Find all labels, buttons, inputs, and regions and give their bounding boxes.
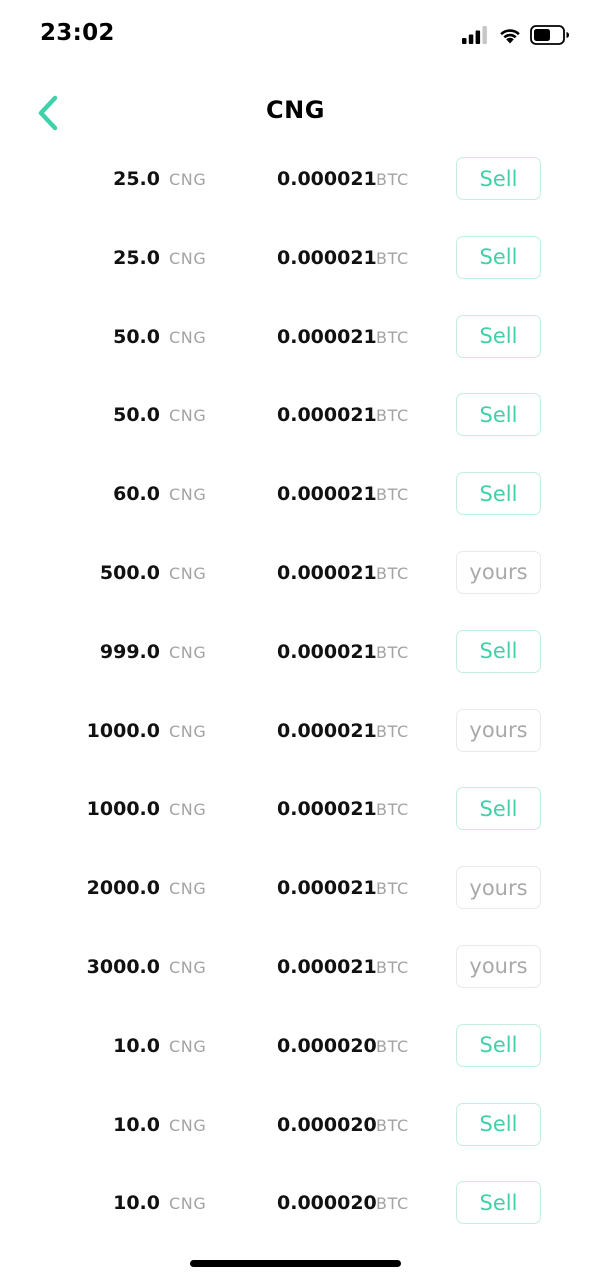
amount-unit: CNG xyxy=(169,800,207,820)
price-unit: BTC xyxy=(376,327,409,347)
price-unit: BTC xyxy=(376,721,409,741)
price-unit: BTC xyxy=(376,957,409,977)
nav-bar: CNG xyxy=(0,85,591,139)
order-price: 0.000021 xyxy=(277,561,377,584)
price-unit: BTC xyxy=(376,485,409,505)
yours-button: yours xyxy=(456,708,541,752)
order-row: 2000.0 CNG 0.000021 BTC yours xyxy=(0,849,591,928)
order-row: 1000.0 CNG 0.000021 BTC yours xyxy=(0,692,591,771)
order-amount: 25.0 xyxy=(113,246,160,269)
order-price: 0.000021 xyxy=(277,168,377,190)
order-amount: 50.0 xyxy=(113,404,160,427)
amount-unit: CNG xyxy=(169,879,207,899)
sell-button[interactable]: Sell xyxy=(456,1023,541,1067)
order-price: 0.000020 xyxy=(277,1113,377,1136)
order-row: 10.0 CNG 0.000020 BTC Sell xyxy=(0,1086,591,1165)
price-unit: BTC xyxy=(376,170,409,189)
order-row: 50.0 CNG 0.000021 BTC Sell xyxy=(0,298,591,377)
cellular-signal-icon xyxy=(462,26,487,44)
order-price: 0.000021 xyxy=(277,483,377,506)
sell-button[interactable]: Sell xyxy=(456,235,541,279)
price-unit: BTC xyxy=(376,879,409,899)
order-price: 0.000021 xyxy=(277,404,377,427)
order-price: 0.000021 xyxy=(277,325,377,348)
order-amount: 999.0 xyxy=(99,640,160,663)
order-row: 60.0 CNG 0.000021 BTC Sell xyxy=(0,455,591,534)
order-amount: 10.0 xyxy=(113,1192,160,1215)
amount-unit: CNG xyxy=(169,957,207,977)
order-row: 1000.0 CNG 0.000021 BTC Sell xyxy=(0,770,591,849)
order-price: 0.000021 xyxy=(277,246,377,269)
amount-unit: CNG xyxy=(169,406,207,426)
amount-unit: CNG xyxy=(169,1115,207,1135)
price-unit: BTC xyxy=(376,800,409,820)
price-unit: BTC xyxy=(376,248,409,268)
amount-unit: CNG xyxy=(169,485,207,505)
order-price: 0.000021 xyxy=(277,640,377,663)
amount-unit: CNG xyxy=(169,721,207,741)
amount-unit: CNG xyxy=(169,1194,207,1214)
order-row: 3000.0 CNG 0.000021 BTC yours xyxy=(0,928,591,1007)
order-amount: 60.0 xyxy=(113,483,160,506)
order-amount: 25.0 xyxy=(113,168,160,190)
order-price: 0.000020 xyxy=(277,1192,377,1215)
order-price: 0.000021 xyxy=(277,798,377,821)
order-row: 500.0 CNG 0.000021 BTC yours xyxy=(0,534,591,613)
order-amount: 1000.0 xyxy=(86,719,160,742)
order-amount: 3000.0 xyxy=(86,955,160,978)
price-unit: BTC xyxy=(376,642,409,662)
home-indicator[interactable] xyxy=(190,1260,401,1267)
order-amount: 500.0 xyxy=(99,561,160,584)
sell-button[interactable]: Sell xyxy=(456,629,541,673)
amount-unit: CNG xyxy=(169,248,207,268)
order-amount: 10.0 xyxy=(113,1113,160,1136)
amount-unit: CNG xyxy=(169,170,207,189)
order-price: 0.000021 xyxy=(277,877,377,900)
yours-button: yours xyxy=(456,944,541,988)
order-price: 0.000021 xyxy=(277,719,377,742)
wifi-icon xyxy=(500,29,520,44)
order-row: 25.0 CNG 0.000021 BTC Sell xyxy=(0,140,591,219)
price-unit: BTC xyxy=(376,1194,409,1214)
battery-icon xyxy=(530,25,569,45)
order-row: 50.0 CNG 0.000021 BTC Sell xyxy=(0,376,591,455)
amount-unit: CNG xyxy=(169,1036,207,1056)
sell-button[interactable]: Sell xyxy=(456,314,541,358)
order-row: 10.0 CNG 0.000020 BTC Sell xyxy=(0,1007,591,1086)
price-unit: BTC xyxy=(376,563,409,583)
order-price: 0.000020 xyxy=(277,1034,377,1057)
price-unit: BTC xyxy=(376,1036,409,1056)
order-price: 0.000021 xyxy=(277,955,377,978)
order-amount: 2000.0 xyxy=(86,877,160,900)
status-time: 23:02 xyxy=(40,20,115,46)
amount-unit: CNG xyxy=(169,327,207,347)
order-amount: 1000.0 xyxy=(86,798,160,821)
sell-button[interactable]: Sell xyxy=(456,787,541,831)
order-row: 10.0 CNG 0.000020 BTC Sell xyxy=(0,1164,591,1243)
status-bar: 23:02 xyxy=(0,0,591,72)
sell-button[interactable]: Sell xyxy=(456,1102,541,1146)
order-amount: 50.0 xyxy=(113,325,160,348)
sell-button[interactable]: Sell xyxy=(456,157,541,200)
order-row: 999.0 CNG 0.000021 BTC Sell xyxy=(0,613,591,692)
amount-unit: CNG xyxy=(169,563,207,583)
price-unit: BTC xyxy=(376,1115,409,1135)
page-title: CNG xyxy=(266,96,325,124)
yours-button: yours xyxy=(456,866,541,910)
sell-button[interactable]: Sell xyxy=(456,1181,541,1225)
sell-button[interactable]: Sell xyxy=(456,472,541,516)
order-amount: 10.0 xyxy=(113,1034,160,1057)
yours-button: yours xyxy=(456,550,541,594)
order-list: 25.0 CNG 0.000021 BTC Sell 25.0 CNG 0.000021 BTC… xyxy=(0,140,591,1243)
sell-button[interactable]: Sell xyxy=(456,393,541,437)
price-unit: BTC xyxy=(376,406,409,426)
order-row: 25.0 CNG 0.000021 BTC Sell xyxy=(0,219,591,298)
amount-unit: CNG xyxy=(169,642,207,662)
